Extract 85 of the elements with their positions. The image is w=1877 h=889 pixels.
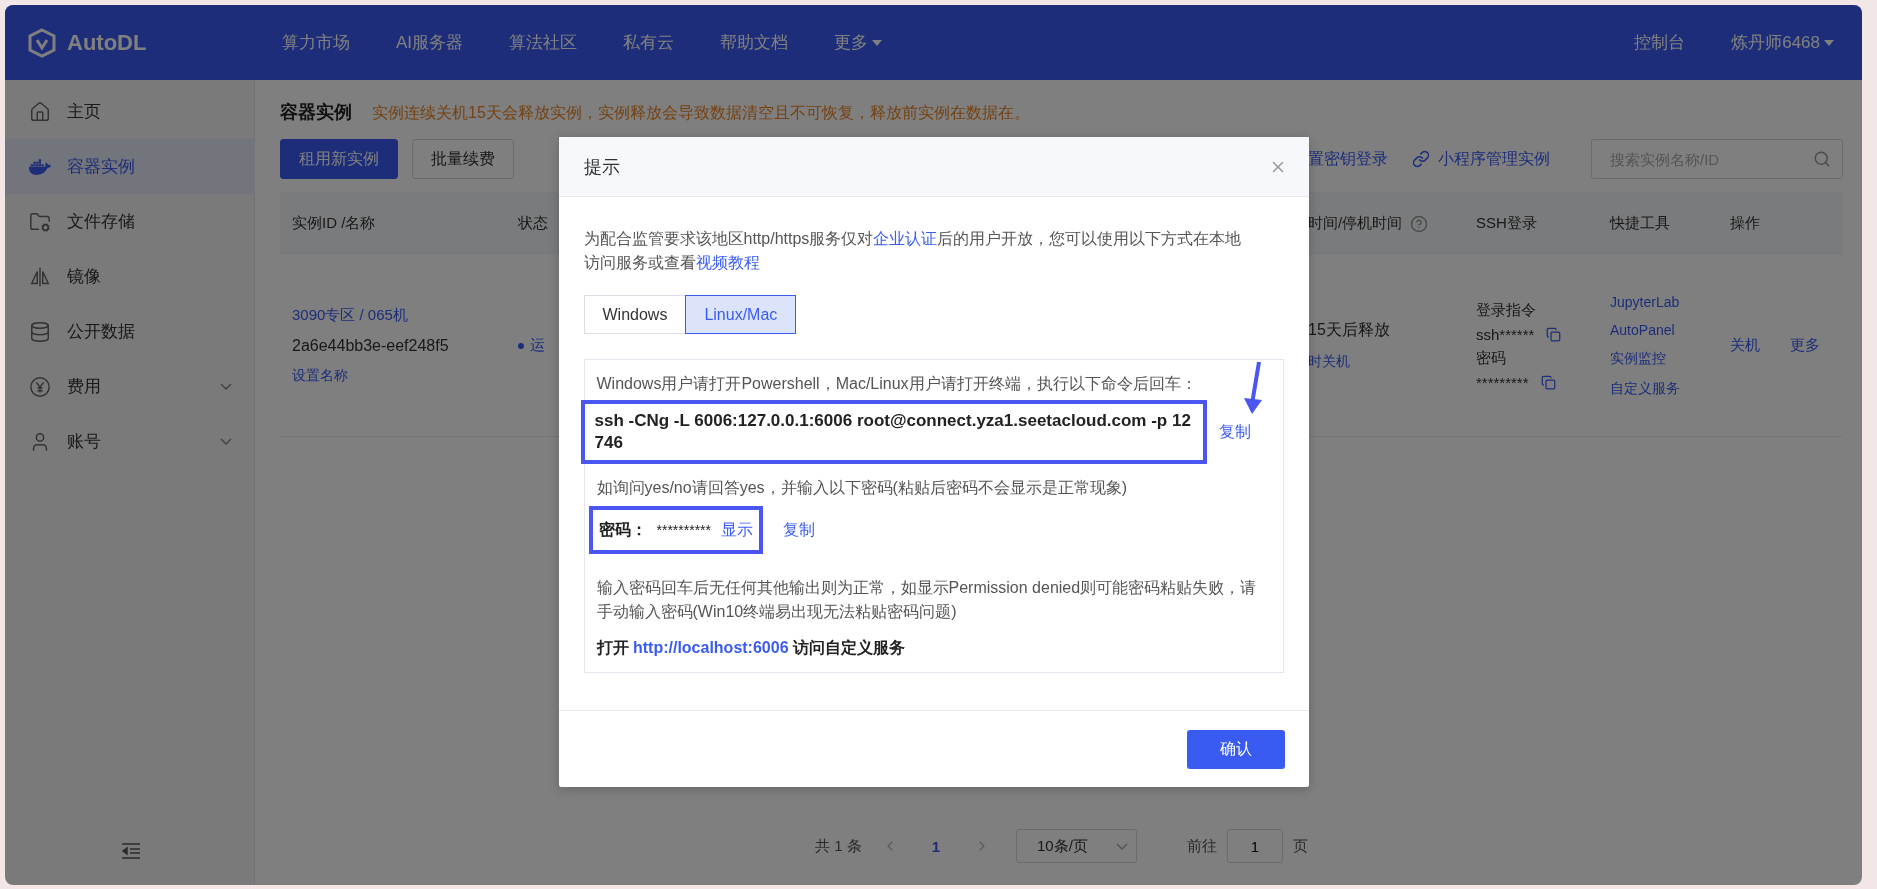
copy-icon[interactable] <box>1546 326 1562 342</box>
chevron-icon <box>1116 842 1128 850</box>
sidebar-item[interactable]: 容器实例 <box>5 139 254 194</box>
logo-icon <box>27 27 57 58</box>
intro-text: 为配合监管要求该地区http/https服务仅对企业认证后的用户开放，您可以使用以下方式在本地访问服务或查看视频教程 <box>583 229 1243 273</box>
toolbar-link[interactable]: 小程序管理实例 <box>1412 148 1550 170</box>
console-link[interactable]: 控制台 <box>1634 31 1686 54</box>
password-label: 密码： <box>598 519 647 540</box>
column-header: 时间/停机时间 <box>1308 214 1403 233</box>
sidebar-item[interactable]: 镜像 <box>5 249 254 304</box>
folder-gear-icon <box>29 210 51 233</box>
action-link[interactable]: 关机 <box>1730 336 1760 355</box>
ssh-text: 密码 <box>1476 348 1506 368</box>
ssh-text: ********* <box>1476 373 1529 391</box>
notice-text: 实例连续关机15天会释放实例，实例释放会导致数据清空且不可恢复，释放前实例在数据在。 <box>372 103 1030 123</box>
sidebar-item[interactable]: 主页 <box>5 84 254 139</box>
mirror-icon <box>29 265 51 288</box>
page-number[interactable]: 1 <box>917 837 954 855</box>
hint-text: 如询问yes/no请回答yes，并输入以下密码(粘贴后密码不会显示是正常现象) <box>596 478 1129 498</box>
intro-link[interactable]: 企业认证 <box>873 230 938 247</box>
page-suffix: 页 <box>1293 836 1308 856</box>
chevron-icon <box>220 383 232 390</box>
open-text: 打开 http://localhost:6006 访问自定义服务 <box>596 638 906 658</box>
database-icon <box>29 320 51 343</box>
caret-icon <box>872 39 883 46</box>
instance-id: 2a6e44bb3e-eef248f5 <box>292 337 450 355</box>
copy-icon[interactable] <box>1540 374 1556 390</box>
status-label: 运 <box>518 336 559 355</box>
collapse-icon[interactable] <box>121 843 141 859</box>
search-icon <box>1813 150 1831 168</box>
rename-link[interactable]: 设置名称 <box>292 367 506 385</box>
page-size-select[interactable]: 10条/页 <box>1016 829 1137 863</box>
tool-link[interactable]: AutoPanel <box>1610 321 1718 338</box>
sidebar-item[interactable]: 账号 <box>5 414 254 469</box>
note-text: 输入密码回车后无任何其他输出则为正常，如显示Permission denied则可能密码粘贴失败，请手动输入密码(Win10终端易出现无法粘贴密码问题) <box>596 578 1258 622</box>
instance-name-link[interactable]: 3090专区 / 065机 <box>292 306 506 325</box>
os-tab[interactable]: Linux/Mac <box>685 295 797 334</box>
rent-button[interactable]: 租用新实例 <box>280 139 398 179</box>
page-title: 容器实例 <box>280 101 352 124</box>
sidebar-item[interactable]: 费用 <box>5 359 254 414</box>
password-value: ********** <box>656 522 711 538</box>
nav-link[interactable]: 帮助文档 <box>720 31 789 54</box>
toolbar-link[interactable]: 置密钥登录 <box>1308 148 1388 170</box>
home-icon <box>29 100 51 123</box>
copy-link[interactable]: 复制 <box>783 519 815 541</box>
goto-field[interactable]: 1 <box>1227 829 1283 863</box>
copy-link[interactable]: 复制 <box>1218 421 1251 443</box>
renew-button[interactable]: 批量续费 <box>412 139 514 179</box>
instruction-text: Windows用户请打开Powershell，Mac/Linux用户请打开终端，执行以下命令后回车： <box>596 374 1198 394</box>
tool-link[interactable]: JupyterLab <box>1610 293 1718 310</box>
ssh-text: 登录指令 <box>1476 300 1536 320</box>
column-header: 操作 <box>1730 214 1760 233</box>
tool-link[interactable]: 自定义服务 <box>1610 379 1718 398</box>
nav-link[interactable]: 更多 <box>834 31 883 54</box>
link-icon <box>1412 150 1430 168</box>
shutdown-timer-link[interactable]: 时关机 <box>1308 353 1464 371</box>
os-tab[interactable]: Windows <box>583 295 687 334</box>
user-menu[interactable]: 炼丹师6468 <box>1731 31 1834 54</box>
tool-link[interactable]: 实例监控 <box>1610 349 1718 368</box>
help-icon <box>1410 214 1429 233</box>
nav-link[interactable]: 算法社区 <box>509 31 578 54</box>
command-text: ssh -CNg -L 6006:127.0.0.1:6006 root@connect.yza1.seetacloud.com -p 12746 <box>594 410 1192 454</box>
column-header: 快捷工具 <box>1610 214 1670 233</box>
goto-label: 前往 <box>1187 836 1217 856</box>
ssh-text: ssh****** <box>1476 325 1535 343</box>
sidebar-item[interactable]: 公开数据 <box>5 304 254 359</box>
logo-text: AutoDL <box>67 29 147 56</box>
intro-link[interactable]: 视频教程 <box>695 254 760 271</box>
nav-link[interactable]: 算力市场 <box>282 31 350 54</box>
column-header: 实例ID /名称 <box>292 214 376 233</box>
nav-link[interactable]: AI服务器 <box>396 31 464 54</box>
total-count: 共 1 条 <box>815 836 862 856</box>
column-header: 状态 <box>518 214 548 233</box>
yen-icon <box>29 375 51 398</box>
sidebar-item[interactable]: 文件存储 <box>5 194 254 249</box>
url-link[interactable]: http://localhost:6006 <box>632 639 789 656</box>
release-text: 15天后释放 <box>1308 320 1391 340</box>
chevron-icon <box>220 438 232 445</box>
column-header: SSH登录 <box>1476 214 1537 233</box>
show-link[interactable]: 显示 <box>721 519 753 541</box>
caret-icon <box>1824 39 1834 46</box>
dialog-title: 提示 <box>583 155 620 179</box>
confirm-button[interactable]: 确认 <box>1186 729 1285 769</box>
action-link[interactable]: 更多 <box>1790 336 1820 355</box>
nav-link[interactable]: 私有云 <box>623 31 675 54</box>
